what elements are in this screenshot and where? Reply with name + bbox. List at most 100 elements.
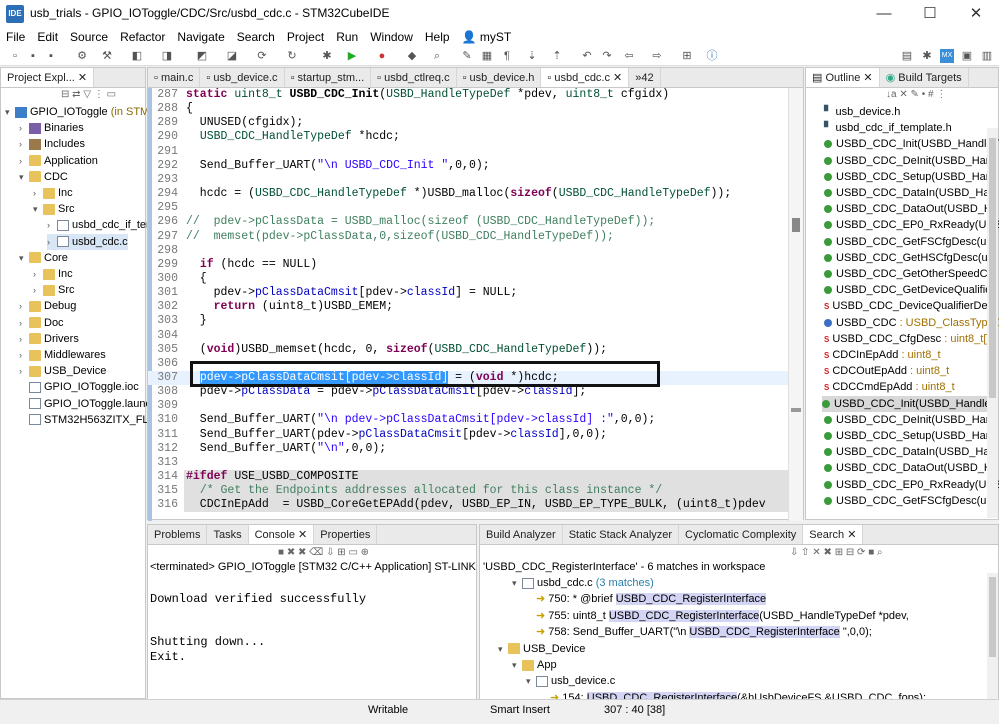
tree-item[interactable]: ▾ Core xyxy=(19,250,68,266)
view-menu-icon[interactable]: ⋮ xyxy=(94,89,104,100)
editor-tab[interactable]: ▫ usb_device.c xyxy=(200,68,285,87)
editor-tab[interactable]: ▫ startup_stm... xyxy=(285,68,372,87)
remove-all-icon[interactable]: ✖ xyxy=(298,547,306,558)
prev-annotation-icon[interactable]: ⇡ xyxy=(550,49,564,63)
outline-item[interactable]: USBD_CDC_DeInit(USBD_Hand xyxy=(824,412,998,428)
twisty-icon[interactable]: ▾ xyxy=(33,201,43,217)
hide-nonpublic-icon[interactable]: • xyxy=(922,89,926,100)
tree-item[interactable]: › Inc xyxy=(33,266,73,282)
menu-window[interactable]: Window xyxy=(364,28,419,46)
build-icon[interactable]: ⚒ xyxy=(100,49,114,63)
maximize-button[interactable]: ☐ xyxy=(907,0,953,28)
search-result-row[interactable]: ▾ usb_device.c xyxy=(526,673,615,689)
tab-outline[interactable]: ▤ Outline ✕ xyxy=(806,68,880,87)
outline-item[interactable]: USBD_CDC : USBD_ClassTypeD xyxy=(824,315,999,331)
search-tool-icon[interactable]: ⌕ xyxy=(430,49,444,63)
minimize-view-icon[interactable]: ▭ xyxy=(107,89,116,100)
tree-item[interactable]: › Src xyxy=(33,282,75,298)
close-tab-icon[interactable]: ✕ xyxy=(295,529,307,541)
twisty-icon[interactable]: › xyxy=(19,347,29,363)
save-icon[interactable]: ▪ xyxy=(26,49,40,63)
run-icon[interactable]: ▶ xyxy=(345,49,359,63)
twisty-icon[interactable]: ▾ xyxy=(5,104,15,120)
twisty-icon[interactable]: ▾ xyxy=(512,657,522,673)
outline-item[interactable]: USBD_CDC_GetFSCfgDesc(uint xyxy=(824,493,998,509)
close-tab-icon[interactable]: ✕ xyxy=(610,72,622,84)
outline-item[interactable]: USBD_CDC_Setup(USBD_Hand xyxy=(824,428,998,444)
search-result-row[interactable]: ➜ 755: uint8_t USBD_CDC_RegisterInterfac… xyxy=(526,608,909,624)
twisty-icon[interactable]: › xyxy=(33,185,43,201)
remove-match-icon[interactable]: ✕ xyxy=(812,547,820,558)
search-result-row[interactable]: ➜ 750: * @brief USBD_CDC_RegisterInterfa… xyxy=(526,591,767,607)
outline-item[interactable]: S USBD_CDC_DeviceQualifierDe xyxy=(824,298,988,314)
outline-item[interactable]: USBD_CDC_DataIn(USBD_Han xyxy=(824,444,996,460)
menu-navigate[interactable]: Navigate xyxy=(171,28,230,46)
menu-file[interactable]: File xyxy=(0,28,31,46)
tree-item[interactable]: › Inc xyxy=(33,185,73,201)
debug-perspective-icon[interactable]: ✱ xyxy=(920,49,934,63)
twisty-icon[interactable]: › xyxy=(19,153,29,169)
search-result-row[interactable]: ➜ 758: Send_Buffer_UART("\n USBD_CDC_Reg… xyxy=(526,624,872,640)
menu-refactor[interactable]: Refactor xyxy=(114,28,171,46)
clear-console-icon[interactable]: ⌫ xyxy=(309,547,323,558)
search-tab[interactable]: Static Stack Analyzer xyxy=(563,525,680,544)
build-settings-icon[interactable]: ⚙ xyxy=(75,49,89,63)
tree-item[interactable]: STM32H563ZITX_FLA xyxy=(19,412,156,428)
tree-item[interactable]: ▾ GPIO_IOToggle (in STM3 xyxy=(5,104,155,120)
outline-scrollbar[interactable] xyxy=(987,128,998,518)
twisty-icon[interactable]: ▾ xyxy=(498,641,508,657)
stop-icon[interactable]: ● xyxy=(375,49,389,63)
tree-item[interactable]: › Application xyxy=(19,153,98,169)
scroll-thumb[interactable] xyxy=(792,218,800,232)
outline-item[interactable]: S CDCOutEpAdd : uint8_t xyxy=(824,363,949,379)
forward-edit-icon[interactable]: ↷ xyxy=(600,49,614,63)
tree-item[interactable]: GPIO_IOToggle.ioc xyxy=(19,379,139,395)
outline-item[interactable]: ▘ usbd_cdc_if_template.h xyxy=(824,120,952,136)
sort-icon[interactable]: ↓a xyxy=(886,89,897,100)
clean-icon[interactable]: ◧ xyxy=(130,49,144,63)
outline-item[interactable]: USBD_CDC_GetFSCfgDesc(uint xyxy=(824,234,998,250)
search-result-row[interactable]: ▾ usbd_cdc.c (3 matches) xyxy=(512,575,654,591)
tree-item[interactable]: › Drivers xyxy=(19,331,79,347)
outline-scroll-thumb[interactable] xyxy=(989,138,996,398)
hide-fields-icon[interactable]: ✕ xyxy=(899,89,907,100)
tree-item[interactable]: ▾ Src xyxy=(33,201,75,217)
external-tools-icon[interactable]: ◆ xyxy=(405,49,419,63)
back-icon[interactable]: ⇦ xyxy=(622,49,636,63)
device-config-icon[interactable]: ◨ xyxy=(160,49,174,63)
cpu-perspective-icon[interactable]: ▣ xyxy=(960,49,974,63)
outline-item[interactable]: USBD_CDC_GetOtherSpeedCfg xyxy=(824,266,997,282)
close-button[interactable]: ✕ xyxy=(953,0,999,28)
run-search-icon[interactable]: ⟳ xyxy=(857,547,865,558)
tree-item[interactable]: › Debug xyxy=(19,298,76,314)
outline-item[interactable]: USBD_CDC_DataOut(USBD_Ha xyxy=(824,201,998,217)
twisty-icon[interactable]: ▾ xyxy=(512,575,522,591)
forward-icon[interactable]: ⇨ xyxy=(650,49,664,63)
twisty-icon[interactable]: › xyxy=(19,298,29,314)
search-scroll-thumb[interactable] xyxy=(989,577,996,657)
remove-all-matches-icon[interactable]: ✖ xyxy=(824,547,832,558)
next-annotation-icon[interactable]: ⇣ xyxy=(525,49,539,63)
twisty-icon[interactable]: › xyxy=(47,217,57,233)
twisty-icon[interactable]: ▾ xyxy=(19,250,29,266)
minimize-button[interactable]: — xyxy=(861,0,907,28)
outline-item[interactable]: USBD_CDC_DataIn(USBD_Han xyxy=(824,185,996,201)
menu-run[interactable]: Run xyxy=(330,28,364,46)
outline-menu-icon[interactable]: ⋮ xyxy=(936,89,946,100)
new-icon[interactable]: ▫ xyxy=(8,49,22,63)
tree-item[interactable]: › Doc xyxy=(19,315,64,331)
tree-item[interactable]: GPIO_IOToggle.launc xyxy=(19,396,151,412)
search-tab[interactable]: Cyclomatic Complexity xyxy=(679,525,804,544)
refresh-icon[interactable]: ↻ xyxy=(285,49,299,63)
outline-item[interactable]: S CDCCmdEpAdd : uint8_t xyxy=(824,379,955,395)
editor-tab[interactable]: ▫ usb_device.h xyxy=(457,68,542,87)
twisty-icon[interactable]: › xyxy=(33,266,43,282)
twisty-icon[interactable]: › xyxy=(19,315,29,331)
remove-launch-icon[interactable]: ✖ xyxy=(287,547,295,558)
outline-item[interactable]: S USBD_CDC_CfgDesc : uint8_t[] xyxy=(824,331,989,347)
editor-tab[interactable]: ▫ usbd_ctlreq.c xyxy=(371,68,457,87)
menu-edit[interactable]: Edit xyxy=(31,28,64,46)
console-tab[interactable]: Tasks xyxy=(207,525,249,544)
history-icon[interactable]: ⌕ xyxy=(877,547,883,558)
code-area[interactable]: 287 static uint8_t USBD_CDC_Init(USBD_Han… xyxy=(148,88,788,521)
